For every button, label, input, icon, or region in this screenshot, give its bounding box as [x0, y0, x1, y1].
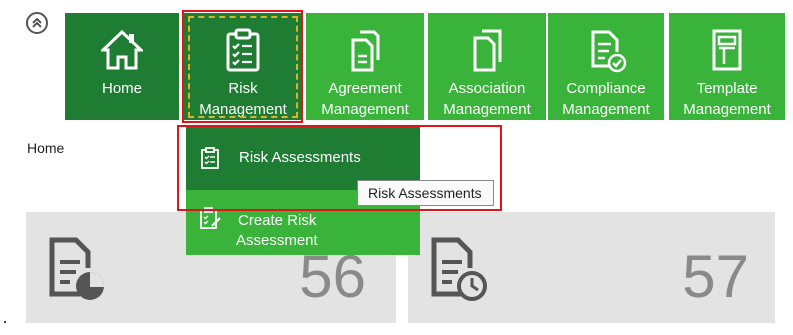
nav-tile-agreement-management[interactable]: Agreement Management	[306, 13, 424, 120]
nav-tile-label-line2: Management	[199, 101, 287, 118]
menu-item-label: Risk Assessments	[239, 149, 361, 166]
nav-tile-label-line1: Compliance	[566, 80, 646, 97]
nav-tile-home[interactable]: Home	[65, 13, 179, 120]
home-icon	[101, 29, 143, 70]
clipboard-checklist-icon	[201, 147, 219, 169]
nav-tile-label-line2: Management	[443, 101, 531, 118]
stray-dot	[4, 321, 6, 323]
nav-tile-association-management[interactable]: Association Management	[428, 13, 546, 120]
nav-tile-label: Home	[101, 80, 142, 97]
document-copy-icon	[473, 29, 502, 72]
nav-tile-label-line2: Management	[321, 101, 409, 118]
nav-tile-risk-management[interactable]: Risk Management	[184, 13, 302, 120]
document-clock-icon	[431, 237, 487, 301]
nav-tile-label-line1: Template	[696, 80, 758, 97]
clipboard-checklist-icon	[226, 28, 260, 72]
nav-tile-label-line1: Risk	[228, 80, 258, 97]
tooltip: Risk Assessments	[357, 180, 494, 206]
nav-tile-label-line2: Management	[683, 101, 771, 118]
stat-value: 57	[682, 243, 749, 310]
nav-tile-compliance-management[interactable]: Compliance Management	[548, 13, 664, 120]
nav-tile-template-management[interactable]: Template Management	[669, 13, 785, 120]
nav-tile-label-line2: Management	[562, 101, 650, 118]
breadcrumb[interactable]: Home	[27, 140, 64, 156]
clipboard-edit-icon	[200, 207, 221, 229]
nav-tile-label-line1: Association	[448, 80, 526, 97]
documents-icon	[351, 30, 380, 72]
menu-item-label-line1: Create Risk	[238, 212, 317, 229]
document-pie-chart-icon	[49, 237, 104, 300]
document-check-icon	[591, 30, 627, 73]
menu-item-label-line2: Assessment	[236, 232, 318, 249]
stat-card[interactable]: 57	[408, 212, 775, 323]
template-icon	[712, 29, 742, 71]
nav-tile-label-line1: Agreement	[328, 80, 402, 97]
chevron-double-up-icon	[32, 17, 42, 28]
collapse-nav-button[interactable]	[26, 12, 48, 34]
